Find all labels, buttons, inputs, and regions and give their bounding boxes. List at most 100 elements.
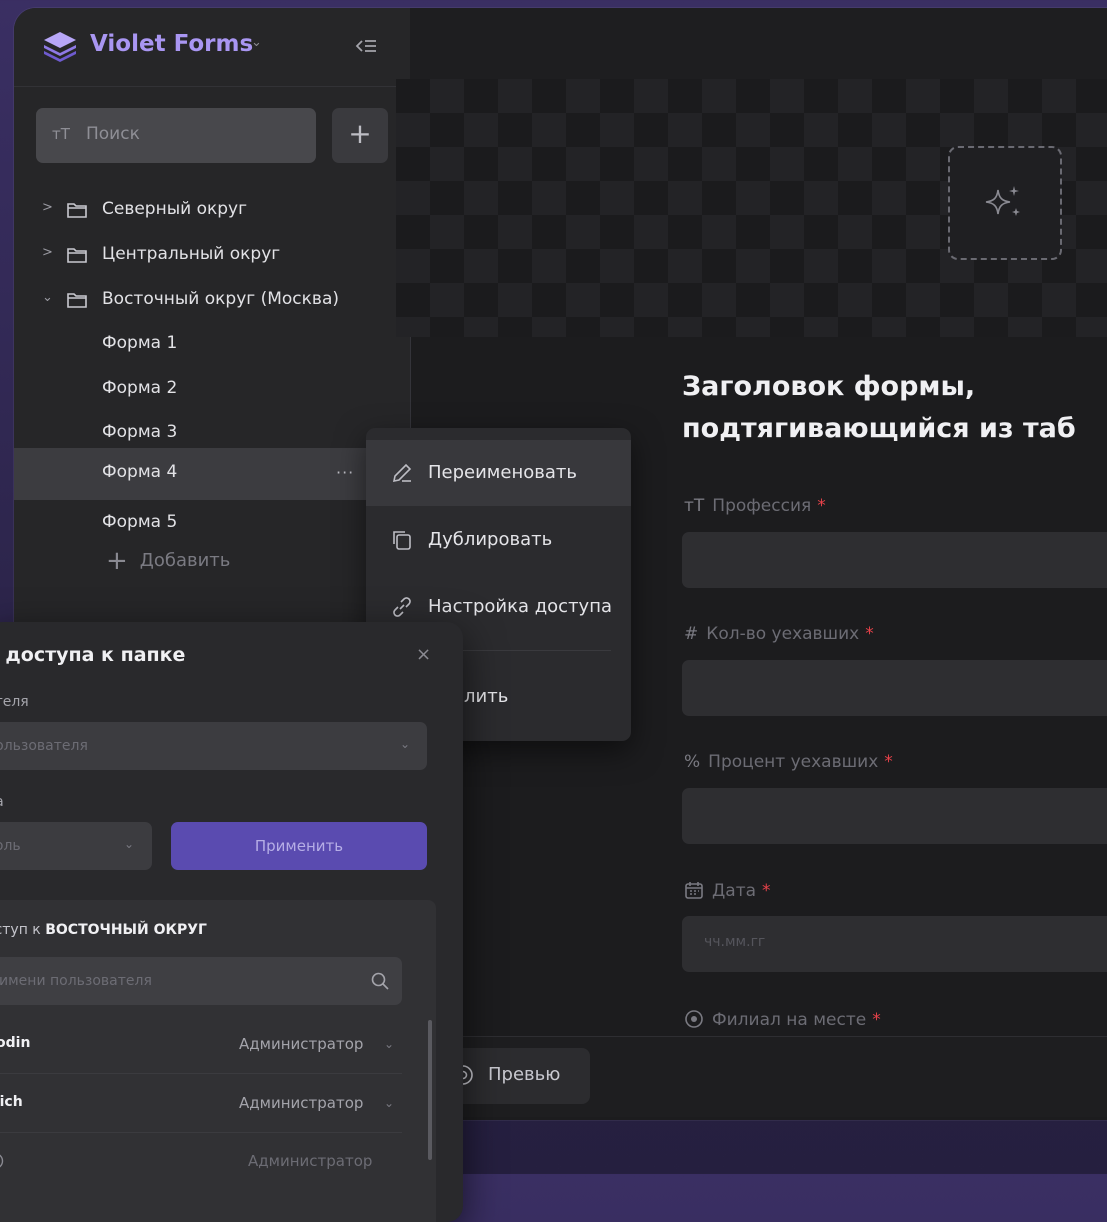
chevron-down-icon[interactable]: ⌄: [384, 1096, 394, 1110]
folder-access-modal: а доступа к папке × ателя пользователя ⌄…: [0, 622, 463, 1222]
form-label: Форма 1: [102, 333, 178, 353]
form-item-4[interactable]: Форма 4 ···: [14, 448, 410, 500]
top-bar: [410, 8, 1107, 87]
folder-icon: [67, 248, 87, 263]
add-image-placeholder[interactable]: [948, 146, 1062, 260]
required-mark: *: [884, 752, 893, 772]
menu-item-label: Настройка доступа: [428, 596, 612, 617]
form-label: Форма 4: [102, 462, 178, 482]
user-name: godin: [0, 1035, 31, 1051]
chevron-right-icon[interactable]: >: [42, 200, 53, 215]
chevron-down-icon: ⌄: [400, 737, 411, 751]
info-icon: [0, 1154, 4, 1168]
menu-item-label: лить: [464, 686, 509, 707]
field-label-date: Дата *: [684, 880, 771, 901]
access-title-folder: ВОСТОЧНЫЙ ОКРУГ: [45, 922, 207, 938]
preview-label: Превью: [488, 1064, 561, 1085]
profession-input[interactable]: [682, 532, 1107, 588]
field-label-text: Процент уехавших: [708, 752, 879, 772]
form-title[interactable]: Заголовок формы, подтягивающийся из таб: [682, 366, 1107, 450]
form-item-1[interactable]: Форма 1: [14, 322, 410, 366]
folder-icon: [67, 203, 87, 218]
form-item-5[interactable]: Форма 5: [14, 501, 410, 545]
close-icon[interactable]: ×: [416, 644, 431, 665]
form-title-line-2: подтягивающийся из таб: [682, 413, 1076, 444]
folder-row-centralny[interactable]: > Центральный округ: [14, 233, 410, 277]
role-label: па: [0, 794, 4, 810]
hash-icon: #: [684, 624, 699, 644]
field-label-branch: Филиал на месте *: [684, 1009, 881, 1030]
field-label-text: Кол-во уехавших: [706, 624, 860, 644]
form-label: Форма 3: [102, 422, 178, 442]
user-role[interactable]: Администратор: [239, 1094, 363, 1112]
field-label-count: # Кол-во уехавших *: [684, 624, 874, 644]
required-mark: *: [817, 496, 826, 516]
required-mark: *: [872, 1010, 881, 1030]
user-row[interactable]: godin Администратор ⌄: [0, 1015, 402, 1074]
brand-name[interactable]: Violet Forms: [90, 31, 253, 57]
folder-label: Центральный округ: [102, 244, 281, 264]
collapse-sidebar-icon[interactable]: [354, 34, 378, 58]
user-role: Администратор: [248, 1152, 373, 1170]
add-form-button[interactable]: + Добавить: [106, 546, 230, 576]
user-role[interactable]: Администратор: [239, 1035, 363, 1053]
access-list-title: оступ к ВОСТОЧНЫЙ ОКРУГ: [0, 922, 207, 938]
folder-icon: [67, 293, 87, 308]
user-row[interactable]: trich Администратор ⌄: [0, 1074, 402, 1133]
brand-chevron-down-icon[interactable]: ⌄: [251, 35, 262, 50]
field-label-text: Дата: [712, 881, 757, 901]
folder-label: Северный округ: [102, 199, 248, 219]
menu-item-label: Дублировать: [428, 529, 553, 550]
role-placeholder: роль: [0, 838, 21, 854]
more-options-icon[interactable]: ···: [336, 463, 354, 482]
user-label: ателя: [0, 694, 29, 710]
scrollbar-thumb[interactable]: [428, 1020, 432, 1160]
copy-icon: [393, 531, 411, 550]
form-title-line-1: Заголовок формы,: [682, 371, 976, 402]
sidebar-header: Violet Forms ⌄: [14, 8, 410, 87]
required-mark: *: [865, 624, 874, 644]
add-form-label: Добавить: [139, 550, 231, 571]
user-name: trich: [0, 1094, 23, 1110]
access-title-prefix: оступ к: [0, 922, 41, 938]
percent-icon: %: [684, 752, 701, 772]
percent-input[interactable]: [682, 788, 1107, 844]
user-placeholder: пользователя: [0, 738, 88, 754]
chevron-down-icon[interactable]: ⌄: [384, 1037, 394, 1051]
chevron-down-icon: ⌄: [124, 837, 135, 851]
stack-logo-icon: [44, 32, 76, 62]
folder-label: Восточный округ (Москва): [102, 289, 339, 309]
role-select[interactable]: роль ⌄: [0, 822, 152, 870]
menu-item-duplicate[interactable]: Дублировать: [366, 507, 631, 573]
chevron-down-icon[interactable]: ⌄: [42, 290, 53, 305]
link-icon: [393, 597, 411, 617]
menu-item-rename[interactable]: Переименовать: [366, 440, 631, 506]
calendar-icon: [685, 882, 703, 899]
radio-icon: [685, 1010, 703, 1028]
add-folder-button[interactable]: +: [332, 108, 388, 163]
sparkles-icon: [985, 186, 1020, 216]
text-type-icon: тТ: [52, 125, 70, 143]
count-input[interactable]: [682, 660, 1107, 716]
text-type-icon: тТ: [684, 496, 705, 516]
chevron-right-icon[interactable]: >: [42, 245, 53, 260]
form-item-2[interactable]: Форма 2: [14, 367, 410, 411]
search-input[interactable]: тТ Поиск: [36, 108, 316, 163]
field-label-percent: % Процент уехавших *: [684, 752, 893, 772]
user-row[interactable]: Администратор: [0, 1132, 402, 1190]
field-label-profession: тТ Профессия *: [684, 496, 826, 516]
folder-row-vostochny[interactable]: ⌄ Восточный округ (Москва): [14, 278, 410, 322]
date-placeholder: чч.мм.гг: [704, 934, 766, 950]
field-label-text: Филиал на месте: [712, 1010, 867, 1030]
access-search-input[interactable]: о имени пользователя: [0, 957, 402, 1005]
form-label: Форма 2: [102, 378, 178, 398]
date-input[interactable]: чч.мм.гг: [682, 916, 1107, 972]
folder-row-severny[interactable]: > Северный округ: [14, 188, 410, 232]
plus-icon: +: [106, 546, 128, 576]
field-label-text: Профессия: [712, 496, 812, 516]
form-label: Форма 5: [102, 512, 178, 532]
modal-title: а доступа к папке: [0, 644, 186, 666]
apply-button[interactable]: Применить: [171, 822, 427, 870]
user-select[interactable]: пользователя ⌄: [0, 722, 427, 770]
access-search-placeholder: о имени пользователя: [0, 973, 152, 989]
